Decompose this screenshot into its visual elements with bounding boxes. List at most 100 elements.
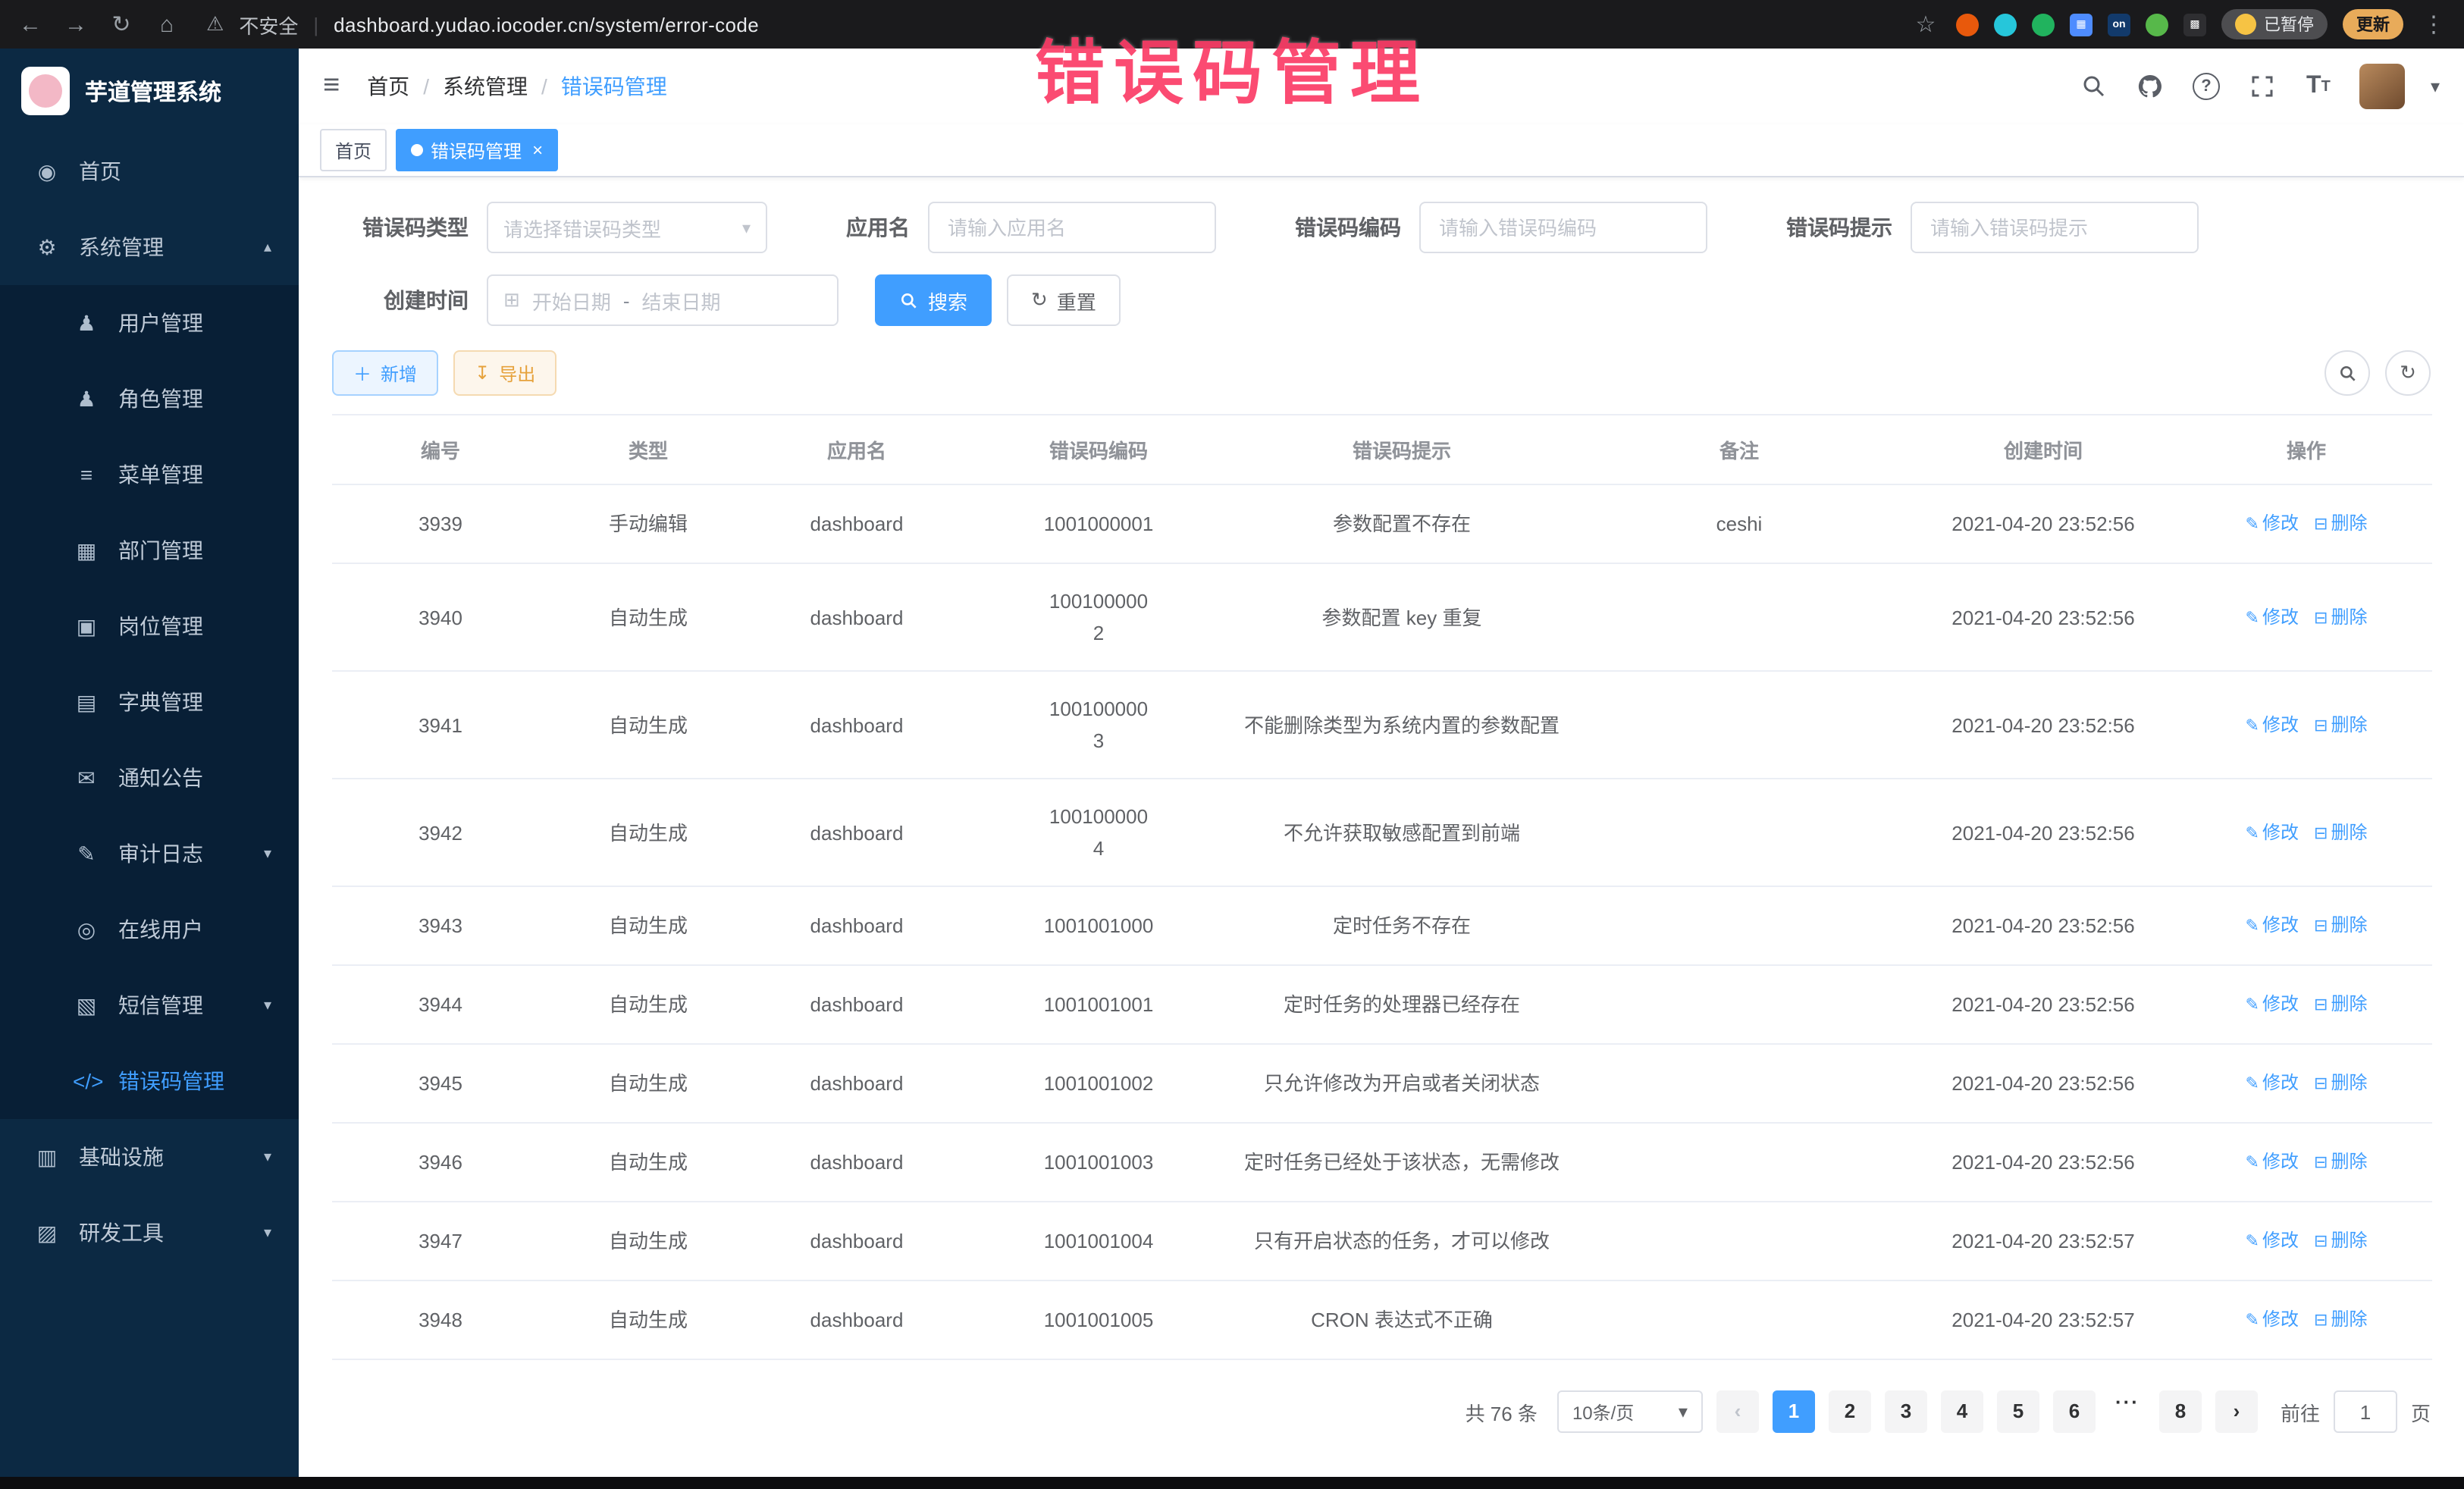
cell-code: 1001000001 [966, 484, 1231, 563]
download-icon: ↧ [475, 362, 490, 384]
bookmark-star-icon[interactable]: ☆ [1911, 11, 1941, 38]
security-label[interactable]: 不安全 [239, 10, 298, 39]
breadcrumb-item[interactable]: 错误码管理 [561, 71, 667, 102]
edit-link[interactable]: ✎修改 [2246, 1309, 2299, 1330]
extension-icon[interactable] [2146, 13, 2168, 36]
page-button-5[interactable]: 5 [1997, 1390, 2039, 1433]
sidebar-item-role[interactable]: ♟角色管理 [0, 361, 299, 437]
refresh-table-button[interactable]: ↻ [2385, 350, 2431, 396]
toolbar: ＋ 新增 ↧ 导出 ↻ [332, 350, 2431, 396]
edit-link[interactable]: ✎修改 [2246, 713, 2299, 735]
github-icon[interactable] [2135, 71, 2165, 102]
reset-button[interactable]: ↻ 重置 [1007, 274, 1121, 326]
delete-link[interactable]: ⊟删除 [2314, 1230, 2367, 1251]
toggle-search-button[interactable] [2324, 350, 2370, 396]
home-icon[interactable]: ⌂ [152, 11, 182, 37]
reload-icon[interactable]: ↻ [106, 11, 136, 38]
delete-link[interactable]: ⊟删除 [2314, 993, 2367, 1014]
add-button[interactable]: ＋ 新增 [332, 350, 438, 396]
error-type-select[interactable]: 请选择错误码类型 ▾ [487, 202, 767, 253]
error-code-input[interactable] [1419, 202, 1707, 253]
edit-link[interactable]: ✎修改 [2246, 1072, 2299, 1093]
font-size-icon[interactable]: TT [2303, 71, 2334, 102]
search-button[interactable]: 搜索 [875, 274, 992, 326]
sidebar-item-notice[interactable]: ✉通知公告 [0, 740, 299, 816]
tab-首页[interactable]: 首页 [320, 129, 387, 171]
edit-link[interactable]: ✎修改 [2246, 993, 2299, 1014]
page-size-select[interactable]: 10条/页 ▾ [1557, 1390, 1703, 1433]
goto-page-input[interactable] [2334, 1390, 2397, 1433]
page-button-4[interactable]: 4 [1941, 1390, 1983, 1433]
delete-link[interactable]: ⊟删除 [2314, 713, 2367, 735]
page-button-6[interactable]: 6 [2053, 1390, 2096, 1433]
delete-link[interactable]: ⊟删除 [2314, 1072, 2367, 1093]
help-icon[interactable]: ? [2191, 71, 2221, 102]
sidebar-item-system[interactable]: ⚙系统管理▴ [0, 209, 299, 285]
edit-link[interactable]: ✎修改 [2246, 914, 2299, 936]
page-button-2[interactable]: 2 [1829, 1390, 1871, 1433]
sidebar-item-audit[interactable]: ✎审计日志▾ [0, 816, 299, 892]
delete-link[interactable]: ⊟删除 [2314, 606, 2367, 627]
extension-icon[interactable] [2032, 13, 2055, 36]
export-button[interactable]: ↧ 导出 [453, 350, 556, 396]
fullscreen-icon[interactable] [2247, 71, 2277, 102]
edit-label: 修改 [2262, 513, 2299, 534]
delete-link[interactable]: ⊟删除 [2314, 513, 2367, 534]
close-icon[interactable]: × [532, 141, 543, 159]
column-header-2: 应用名 [748, 415, 966, 484]
sidebar-item-errorcode[interactable]: </>错误码管理 [0, 1043, 299, 1119]
breadcrumb-item[interactable]: 首页 [367, 71, 409, 102]
delete-link[interactable]: ⊟删除 [2314, 1151, 2367, 1172]
extension-icon[interactable] [1956, 13, 1979, 36]
edit-link[interactable]: ✎修改 [2246, 513, 2299, 534]
sidebar-item-devtools[interactable]: ▨研发工具▾ [0, 1195, 299, 1271]
update-button[interactable]: 更新 [2343, 9, 2403, 39]
delete-link[interactable]: ⊟删除 [2314, 1309, 2367, 1330]
sidebar-item-online[interactable]: ◎在线用户 [0, 892, 299, 967]
extension-icon[interactable] [1994, 13, 2017, 36]
next-page-button[interactable]: › [2215, 1390, 2258, 1433]
chevron-down-icon[interactable]: ▾ [2431, 76, 2440, 97]
sidebar-item-post[interactable]: ▣岗位管理 [0, 588, 299, 664]
edit-link[interactable]: ✎修改 [2246, 1151, 2299, 1172]
column-header-3: 错误码编码 [966, 415, 1231, 484]
date-range-picker[interactable]: ⊞ 开始日期 - 结束日期 [487, 274, 839, 326]
search-icon[interactable] [2079, 71, 2109, 102]
prev-page-button[interactable]: ‹ [1716, 1390, 1759, 1433]
tab-错误码管理[interactable]: 错误码管理× [396, 129, 558, 171]
sidebar-item-sms[interactable]: ▧短信管理▾ [0, 967, 299, 1043]
breadcrumb-item[interactable]: 系统管理 [443, 71, 528, 102]
department-icon: ▦ [73, 538, 100, 563]
logo-row[interactable]: 芋道管理系统 [0, 49, 299, 133]
sidebar-item-dict[interactable]: ▤字典管理 [0, 664, 299, 740]
page-button-8[interactable]: 8 [2159, 1390, 2202, 1433]
error-hint-input[interactable] [1911, 202, 2199, 253]
sidebar-item-dept[interactable]: ▦部门管理 [0, 513, 299, 588]
chevron-up-icon: ▴ [264, 239, 271, 255]
sidebar-item-infra[interactable]: ▥基础设施▾ [0, 1119, 299, 1195]
extension-on-icon[interactable]: on [2108, 13, 2130, 36]
profile-paused-badge[interactable]: 已暂停 [2221, 9, 2328, 39]
sidebar-item-user[interactable]: ♟用户管理 [0, 285, 299, 361]
forward-icon[interactable]: → [61, 11, 91, 37]
edit-link[interactable]: ✎修改 [2246, 606, 2299, 627]
back-icon[interactable]: ← [15, 11, 45, 37]
pagination-ellipsis[interactable]: ··· [2109, 1390, 2146, 1433]
sidebar-item-home[interactable]: ◉首页 [0, 133, 299, 209]
edit-link[interactable]: ✎修改 [2246, 1230, 2299, 1251]
address-url[interactable]: dashboard.yudao.iocoder.cn/system/error-… [334, 13, 759, 36]
edit-link[interactable]: ✎修改 [2246, 821, 2299, 842]
delete-link[interactable]: ⊟删除 [2314, 821, 2367, 842]
user-avatar[interactable] [2359, 64, 2405, 109]
sidebar-item-label: 通知公告 [118, 763, 203, 793]
page-button-3[interactable]: 3 [1885, 1390, 1927, 1433]
hamburger-icon[interactable]: ≡ [323, 70, 340, 103]
delete-link[interactable]: ⊟删除 [2314, 914, 2367, 936]
extension-icon[interactable]: ▦ [2070, 13, 2093, 36]
page-button-1[interactable]: 1 [1773, 1390, 1815, 1433]
kebab-menu-icon[interactable]: ⋮ [2419, 11, 2449, 38]
app-name-input[interactable] [928, 202, 1216, 253]
extensions-puzzle-icon[interactable]: ▩ [2183, 13, 2206, 36]
edit-label: 修改 [2262, 1072, 2299, 1093]
sidebar-item-menu[interactable]: ≡菜单管理 [0, 437, 299, 513]
